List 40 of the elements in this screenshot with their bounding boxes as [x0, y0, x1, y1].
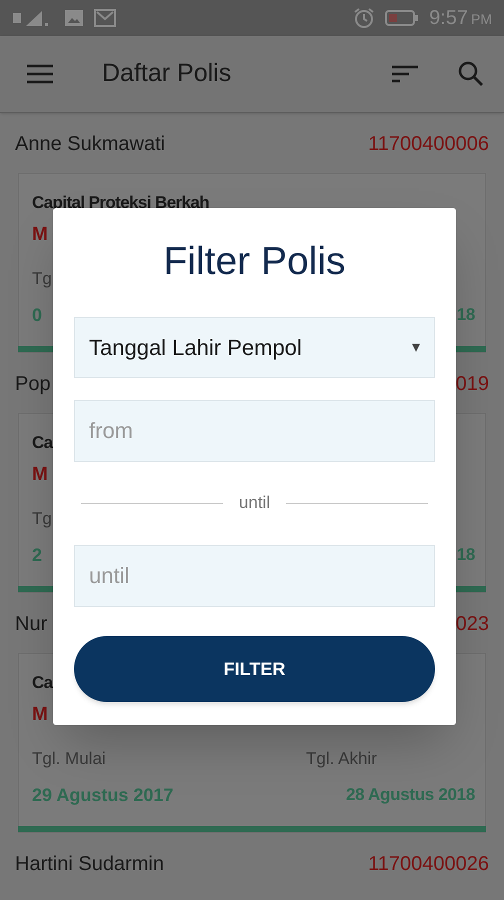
- dialog-title: Filter Polis: [163, 239, 346, 285]
- search-icon[interactable]: [458, 61, 484, 87]
- start-label: Tg: [32, 508, 52, 530]
- policy-number: 019: [456, 372, 489, 397]
- end-date: 18: [456, 544, 475, 566]
- policy-status: M: [32, 703, 48, 727]
- start-date: 29 Agustus 2017: [32, 784, 174, 807]
- policy-number: 023: [456, 612, 489, 637]
- menu-icon[interactable]: [27, 64, 53, 84]
- battery-icon: [385, 9, 420, 27]
- until-date-field[interactable]: until: [74, 545, 435, 607]
- screen-title: Daftar Polis: [102, 58, 232, 90]
- product-name: Ca: [32, 672, 53, 694]
- policy-status: M: [32, 463, 48, 487]
- alarm-icon: [353, 7, 376, 29]
- holder-name: Pop: [15, 372, 51, 397]
- end-date: 28 Agustus 2018: [346, 784, 475, 806]
- holder-name: Anne Sukmawati: [15, 132, 166, 157]
- sort-icon[interactable]: [392, 65, 418, 83]
- start-date: 0: [32, 304, 42, 327]
- separator-label: until: [238, 492, 270, 514]
- start-label: Tg: [32, 268, 52, 290]
- product-name: Capital Proteksi Berkah: [32, 192, 210, 214]
- from-date-field[interactable]: from: [74, 400, 435, 462]
- dropdown-arrow: ▾: [412, 338, 420, 358]
- filter-button[interactable]: FILTER: [74, 636, 435, 702]
- end-label: Tgl. Akhir: [306, 748, 378, 770]
- start-date: 2: [32, 544, 42, 567]
- select-value: Tanggal Lahir Pempol: [89, 334, 302, 362]
- holder-name: Nur: [15, 612, 48, 637]
- product-name: Ca: [32, 432, 53, 454]
- holder-name: Hartini Sudarmin: [15, 852, 164, 877]
- image-icon: [64, 9, 84, 27]
- start-label: Tgl. Mulai: [32, 748, 106, 770]
- filter-field-select[interactable]: Tanggal Lahir Pempol ▾: [74, 317, 435, 378]
- mail-icon: [94, 9, 116, 27]
- policy-status: M: [32, 223, 48, 247]
- end-date: 18: [456, 304, 475, 326]
- policy-number: 11700400006: [368, 132, 489, 157]
- policy-number: 11700400026: [368, 852, 489, 877]
